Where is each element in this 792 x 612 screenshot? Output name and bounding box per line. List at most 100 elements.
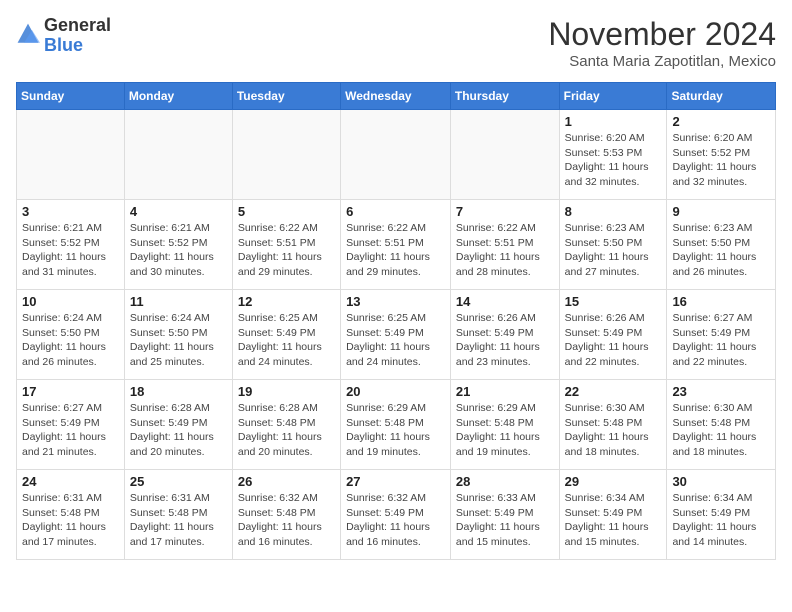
calendar-header-tuesday: Tuesday	[232, 83, 340, 110]
day-number: 20	[346, 384, 445, 399]
day-info: Sunrise: 6:28 AMSunset: 5:48 PMDaylight:…	[238, 401, 335, 460]
day-info: Sunrise: 6:25 AMSunset: 5:49 PMDaylight:…	[238, 311, 335, 370]
calendar-cell: 6Sunrise: 6:22 AMSunset: 5:51 PMDaylight…	[341, 200, 451, 290]
day-info: Sunrise: 6:30 AMSunset: 5:48 PMDaylight:…	[565, 401, 662, 460]
calendar-cell: 24 Sunrise: 6:31 AMSunset: 5:48 PMDayligh…	[17, 470, 125, 560]
header: General Blue November 2024 Santa Maria Z…	[16, 16, 776, 70]
day-info: Sunrise: 6:24 AMSunset: 5:50 PMDaylight:…	[130, 311, 227, 370]
day-number: 25	[130, 474, 227, 489]
logo: General Blue	[16, 16, 111, 56]
calendar-cell: 9Sunrise: 6:23 AMSunset: 5:50 PMDaylight…	[667, 200, 776, 290]
calendar-cell: 1 Sunrise: 6:20 AMSunset: 5:53 PMDaylight…	[559, 110, 667, 200]
day-number: 3	[22, 204, 119, 219]
calendar-cell	[17, 110, 125, 200]
day-number: 15	[565, 294, 662, 309]
logo-text-general: General	[44, 15, 111, 35]
calendar-cell: 11 Sunrise: 6:24 AMSunset: 5:50 PMDayligh…	[124, 290, 232, 380]
day-info: Sunrise: 6:28 AMSunset: 5:49 PMDaylight:…	[130, 401, 227, 460]
calendar-cell: 12Sunrise: 6:25 AMSunset: 5:49 PMDayligh…	[232, 290, 340, 380]
day-info: Sunrise: 6:20 AMSunset: 5:53 PMDaylight:…	[565, 131, 662, 190]
day-number: 29	[565, 474, 662, 489]
calendar-cell: 10 Sunrise: 6:24 AMSunset: 5:50 PMDayligh…	[17, 290, 125, 380]
calendar-cell: 17Sunrise: 6:27 AMSunset: 5:49 PMDayligh…	[17, 380, 125, 470]
calendar-header-row: SundayMondayTuesdayWednesdayThursdayFrid…	[17, 83, 776, 110]
day-info: Sunrise: 6:22 AMSunset: 5:51 PMDaylight:…	[346, 221, 445, 280]
day-number: 30	[672, 474, 770, 489]
day-info: Sunrise: 6:25 AMSunset: 5:49 PMDaylight:…	[346, 311, 445, 370]
day-number: 4	[130, 204, 227, 219]
day-info: Sunrise: 6:33 AMSunset: 5:49 PMDaylight:…	[456, 491, 554, 550]
day-info: Sunrise: 6:32 AMSunset: 5:48 PMDaylight:…	[238, 491, 335, 550]
day-number: 8	[565, 204, 662, 219]
calendar-cell: 7 Sunrise: 6:22 AMSunset: 5:51 PMDaylight…	[450, 200, 559, 290]
calendar-header-thursday: Thursday	[450, 83, 559, 110]
day-info: Sunrise: 6:21 AMSunset: 5:52 PMDaylight:…	[130, 221, 227, 280]
day-info: Sunrise: 6:26 AMSunset: 5:49 PMDaylight:…	[456, 311, 554, 370]
calendar-cell: 5 Sunrise: 6:22 AMSunset: 5:51 PMDaylight…	[232, 200, 340, 290]
calendar-cell: 18 Sunrise: 6:28 AMSunset: 5:49 PMDayligh…	[124, 380, 232, 470]
day-info: Sunrise: 6:24 AMSunset: 5:50 PMDaylight:…	[22, 311, 119, 370]
logo-icon	[16, 22, 40, 46]
day-number: 28	[456, 474, 554, 489]
calendar-cell: 15 Sunrise: 6:26 AMSunset: 5:49 PMDayligh…	[559, 290, 667, 380]
calendar-cell: 20 Sunrise: 6:29 AMSunset: 5:48 PMDayligh…	[341, 380, 451, 470]
day-info: Sunrise: 6:31 AMSunset: 5:48 PMDaylight:…	[22, 491, 119, 550]
day-number: 19	[238, 384, 335, 399]
day-info: Sunrise: 6:29 AMSunset: 5:48 PMDaylight:…	[346, 401, 445, 460]
day-info: Sunrise: 6:23 AMSunset: 5:50 PMDaylight:…	[565, 221, 662, 280]
day-info: Sunrise: 6:26 AMSunset: 5:49 PMDaylight:…	[565, 311, 662, 370]
calendar-week-3: 10 Sunrise: 6:24 AMSunset: 5:50 PMDayligh…	[17, 290, 776, 380]
day-info: Sunrise: 6:21 AMSunset: 5:52 PMDaylight:…	[22, 221, 119, 280]
calendar-header-monday: Monday	[124, 83, 232, 110]
calendar-cell: 30Sunrise: 6:34 AMSunset: 5:49 PMDayligh…	[667, 470, 776, 560]
calendar-week-1: 1 Sunrise: 6:20 AMSunset: 5:53 PMDaylight…	[17, 110, 776, 200]
day-number: 14	[456, 294, 554, 309]
day-number: 7	[456, 204, 554, 219]
day-number: 18	[130, 384, 227, 399]
calendar-table: SundayMondayTuesdayWednesdayThursdayFrid…	[16, 82, 776, 560]
calendar-cell	[341, 110, 451, 200]
month-title: November 2024	[548, 16, 776, 53]
calendar-cell	[232, 110, 340, 200]
location-subtitle: Santa Maria Zapotitlan, Mexico	[548, 53, 776, 70]
calendar-header-sunday: Sunday	[17, 83, 125, 110]
day-number: 16	[672, 294, 770, 309]
calendar-cell	[450, 110, 559, 200]
calendar-header-wednesday: Wednesday	[341, 83, 451, 110]
calendar-cell: 28 Sunrise: 6:33 AMSunset: 5:49 PMDayligh…	[450, 470, 559, 560]
day-number: 23	[672, 384, 770, 399]
day-number: 22	[565, 384, 662, 399]
day-number: 2	[672, 114, 770, 129]
day-number: 10	[22, 294, 119, 309]
day-info: Sunrise: 6:23 AMSunset: 5:50 PMDaylight:…	[672, 221, 770, 280]
day-number: 27	[346, 474, 445, 489]
calendar-cell: 14 Sunrise: 6:26 AMSunset: 5:49 PMDayligh…	[450, 290, 559, 380]
day-info: Sunrise: 6:30 AMSunset: 5:48 PMDaylight:…	[672, 401, 770, 460]
day-info: Sunrise: 6:20 AMSunset: 5:52 PMDaylight:…	[672, 131, 770, 190]
calendar-cell: 4 Sunrise: 6:21 AMSunset: 5:52 PMDaylight…	[124, 200, 232, 290]
calendar-cell: 13 Sunrise: 6:25 AMSunset: 5:49 PMDayligh…	[341, 290, 451, 380]
calendar-cell: 3 Sunrise: 6:21 AMSunset: 5:52 PMDaylight…	[17, 200, 125, 290]
day-info: Sunrise: 6:27 AMSunset: 5:49 PMDaylight:…	[672, 311, 770, 370]
day-number: 21	[456, 384, 554, 399]
calendar-cell: 8 Sunrise: 6:23 AMSunset: 5:50 PMDaylight…	[559, 200, 667, 290]
day-info: Sunrise: 6:22 AMSunset: 5:51 PMDaylight:…	[456, 221, 554, 280]
calendar-cell: 25Sunrise: 6:31 AMSunset: 5:48 PMDayligh…	[124, 470, 232, 560]
day-number: 13	[346, 294, 445, 309]
calendar-cell	[124, 110, 232, 200]
calendar-cell: 23 Sunrise: 6:30 AMSunset: 5:48 PMDayligh…	[667, 380, 776, 470]
day-number: 24	[22, 474, 119, 489]
calendar-cell: 22 Sunrise: 6:30 AMSunset: 5:48 PMDayligh…	[559, 380, 667, 470]
day-number: 5	[238, 204, 335, 219]
logo-text-blue: Blue	[44, 35, 83, 55]
calendar-cell: 26Sunrise: 6:32 AMSunset: 5:48 PMDayligh…	[232, 470, 340, 560]
day-info: Sunrise: 6:22 AMSunset: 5:51 PMDaylight:…	[238, 221, 335, 280]
calendar-week-4: 17Sunrise: 6:27 AMSunset: 5:49 PMDayligh…	[17, 380, 776, 470]
title-section: November 2024 Santa Maria Zapotitlan, Me…	[548, 16, 776, 70]
day-number: 1	[565, 114, 662, 129]
calendar-header-friday: Friday	[559, 83, 667, 110]
day-number: 11	[130, 294, 227, 309]
calendar-cell: 2 Sunrise: 6:20 AMSunset: 5:52 PMDaylight…	[667, 110, 776, 200]
calendar-week-2: 3 Sunrise: 6:21 AMSunset: 5:52 PMDaylight…	[17, 200, 776, 290]
day-info: Sunrise: 6:34 AMSunset: 5:49 PMDaylight:…	[565, 491, 662, 550]
